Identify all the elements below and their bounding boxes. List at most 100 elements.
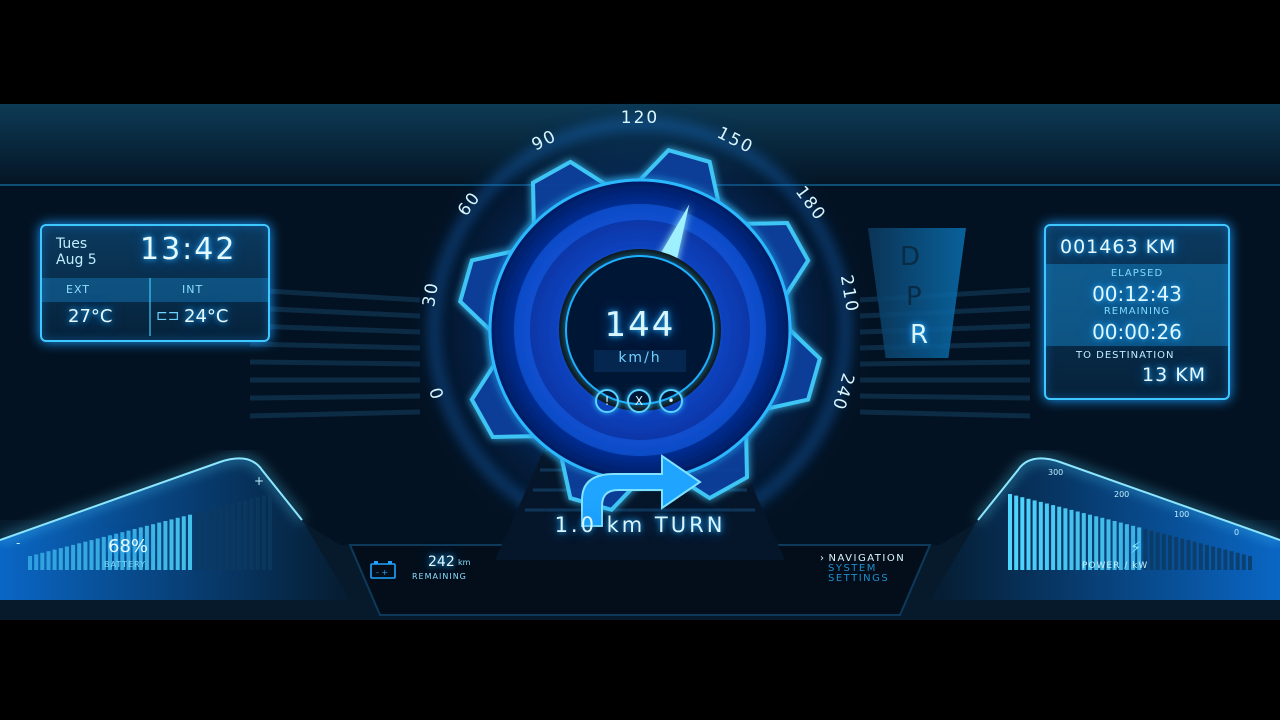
power-bars-segment xyxy=(1026,498,1031,570)
battery-bars-segment xyxy=(194,513,199,570)
power-bars-segment xyxy=(1186,540,1191,570)
power-bars-segment xyxy=(1174,536,1179,570)
battery-bars-segment xyxy=(77,543,82,570)
clock-temperature-panel: Tues Aug 5 13:42 EXT INT 27°C ⊏⊐ 24°C xyxy=(40,224,270,342)
battery-plus: + xyxy=(254,474,265,488)
power-bars-segment xyxy=(1180,538,1185,570)
menu-item-settings[interactable]: SETTINGS xyxy=(828,574,905,584)
svg-text:- +: - + xyxy=(376,568,388,577)
range-value: 242 xyxy=(428,554,455,570)
power-bars-segment xyxy=(1211,546,1216,570)
power-bars-segment xyxy=(1051,505,1056,570)
elapsed-label: ELAPSED xyxy=(1110,268,1164,279)
battery-bars-segment xyxy=(163,521,168,570)
clock-time: 13:42 xyxy=(140,232,237,267)
elapsed-time: 00:12:43 xyxy=(1092,282,1182,306)
speed-value: 144 xyxy=(604,305,676,345)
gear-option-r[interactable]: R xyxy=(910,320,928,350)
speed-tick-180: 180 xyxy=(791,182,830,225)
power-label: POWER / kW xyxy=(1082,561,1149,571)
turn-instruction: 1.0 km TURN xyxy=(554,513,726,537)
battery-bars-segment xyxy=(58,548,63,570)
power-bars-segment xyxy=(1229,551,1234,570)
speed-tick-150: 150 xyxy=(714,123,757,158)
power-tick-300: 300 xyxy=(1048,468,1064,477)
int-temp-value: 24°C xyxy=(184,306,229,327)
battery-bars-segment xyxy=(89,540,94,570)
power-bars-segment xyxy=(1044,503,1049,570)
trip-panel: 001463 KM ELAPSED 00:12:43 REMAINING 00:… xyxy=(1044,224,1230,400)
battery-bars-segment xyxy=(46,551,51,570)
warning-icon[interactable]: ! xyxy=(595,389,619,413)
battery-bars-segment xyxy=(243,500,248,570)
battery-bars-segment xyxy=(237,501,242,570)
power-bars-segment xyxy=(1008,494,1012,570)
battery-bars-segment xyxy=(224,505,229,570)
power-bars-segment xyxy=(1069,509,1074,570)
int-temp-label: INT xyxy=(182,283,204,296)
power-bars-segment xyxy=(1032,500,1037,570)
destination-label: TO DESTINATION xyxy=(1076,350,1175,361)
battery-bars-segment xyxy=(188,514,192,570)
clock-day: Tues xyxy=(56,236,88,252)
speed-tick-120: 120 xyxy=(621,108,659,128)
battery-bars-segment xyxy=(175,517,180,570)
power-bars-segment xyxy=(1020,497,1025,570)
power-tick-0: 0 xyxy=(1234,528,1240,537)
power-bars-segment xyxy=(1235,552,1240,570)
power-bars-segment xyxy=(1149,530,1154,570)
gear-option-p[interactable]: P xyxy=(906,282,922,312)
power-bars-segment xyxy=(1192,541,1197,570)
battery-bars-segment xyxy=(249,498,254,570)
clock-date: Aug 5 xyxy=(56,252,97,268)
battery-bars-segment xyxy=(231,503,236,570)
menu: › NAVIGATION SYSTEM SETTINGS xyxy=(820,554,905,584)
gear-option-d[interactable]: D xyxy=(900,242,922,272)
speed-tick-90: 90 xyxy=(529,126,561,155)
power-bars-segment xyxy=(1075,511,1080,570)
battery-bars-segment xyxy=(157,522,162,570)
battery-bars-segment xyxy=(95,538,100,570)
power-bars-segment xyxy=(1198,543,1203,570)
power-bars-segment xyxy=(1168,535,1172,570)
power-bars-segment xyxy=(1161,533,1166,570)
power-bars-segment xyxy=(1155,532,1160,570)
battery-bars-segment xyxy=(268,494,272,570)
battery-bars-segment xyxy=(71,544,76,570)
battery-label: BATTERY xyxy=(104,560,146,569)
battery-bars-segment xyxy=(255,497,260,570)
battery-percent: 68% xyxy=(108,536,149,557)
menu-marker: › xyxy=(820,553,826,564)
power-bars-segment xyxy=(1038,501,1043,570)
battery-bars-segment xyxy=(151,524,156,570)
range-unit: km xyxy=(458,558,471,567)
record-icon[interactable]: • xyxy=(659,389,683,413)
cancel-icon[interactable]: X xyxy=(627,389,651,413)
battery-bars-segment xyxy=(40,552,45,570)
power-bars-segment xyxy=(1241,554,1246,570)
battery-icon: - + xyxy=(370,561,396,579)
range-label: REMAINING xyxy=(412,572,467,581)
destination-distance: 13 KM xyxy=(1142,364,1207,386)
battery-bars-segment xyxy=(200,511,205,570)
battery-bars-segment xyxy=(52,549,57,570)
battery-bars-segment xyxy=(261,495,266,570)
battery-bars-segment xyxy=(169,519,174,570)
power-tick-200: 200 xyxy=(1114,490,1130,499)
seat-heat-icon: ⊏⊐ xyxy=(156,308,180,324)
power-bars-segment xyxy=(1217,548,1222,570)
ext-temp-value: 27°C xyxy=(68,306,113,327)
battery-bars-segment xyxy=(212,508,217,570)
power-tick-100: 100 xyxy=(1174,510,1190,519)
ext-temp-label: EXT xyxy=(66,283,91,296)
battery-bars-segment xyxy=(218,506,223,570)
battery-bars-segment xyxy=(28,556,32,570)
remaining-time: 00:00:26 xyxy=(1092,320,1182,344)
speed-tick-30: 30 xyxy=(419,280,443,309)
battery-bars-segment xyxy=(206,509,211,570)
battery-bars-segment xyxy=(181,516,186,570)
battery-bars-segment xyxy=(83,541,88,570)
power-bars-segment xyxy=(1057,506,1062,570)
speed-tick-240: 240 xyxy=(828,371,858,414)
power-bars-segment xyxy=(1063,508,1068,570)
